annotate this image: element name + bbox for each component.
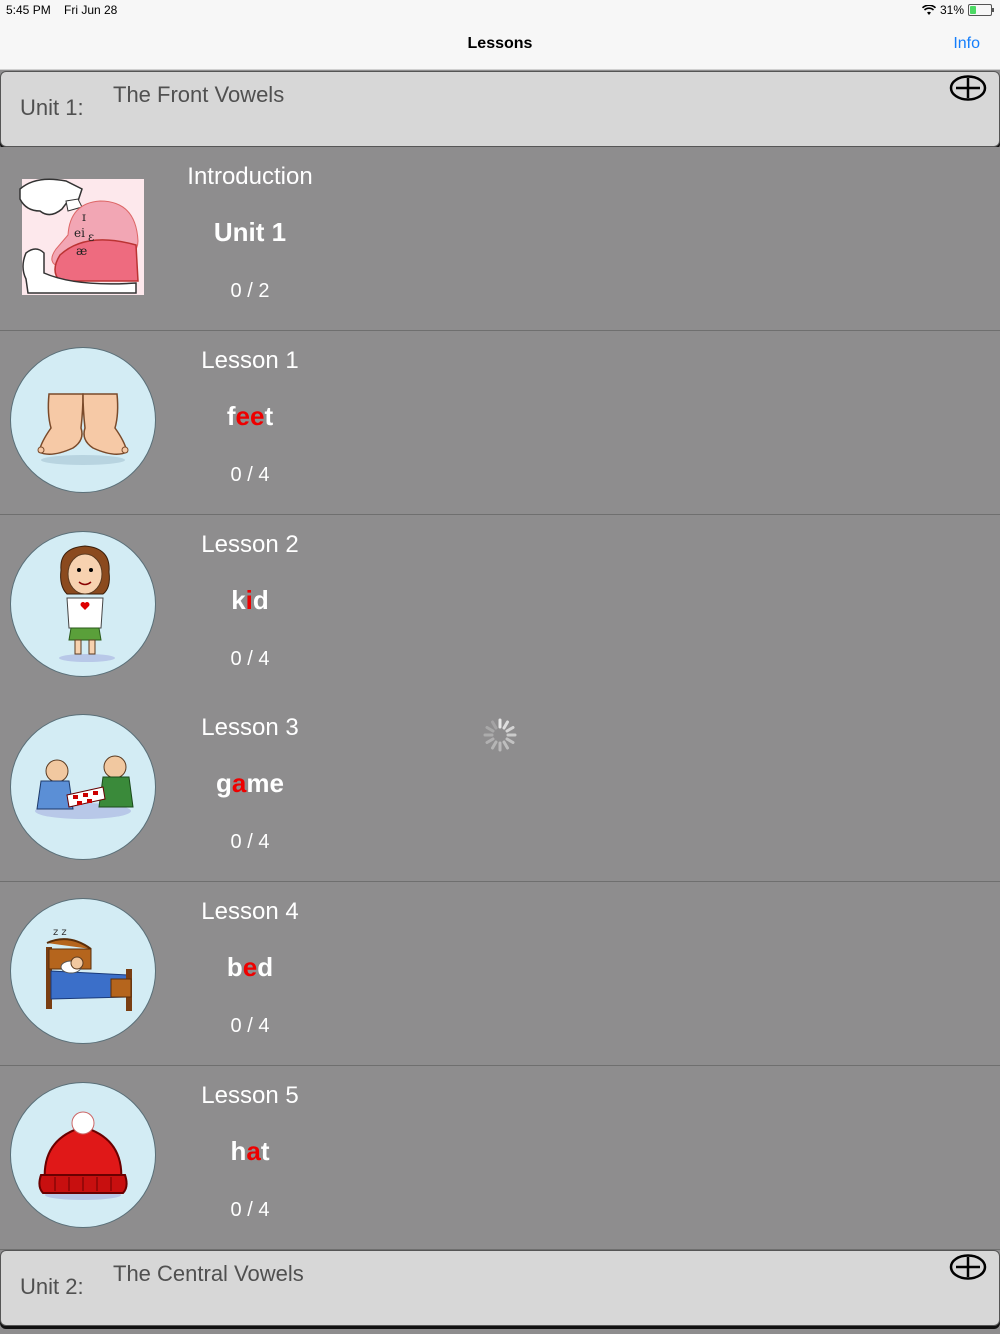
- lesson-progress: 0 / 4: [230, 648, 270, 670]
- info-button[interactable]: Info: [953, 35, 980, 53]
- highlighted-vowel: i: [245, 585, 253, 615]
- lesson-progress: 0 / 4: [230, 1015, 270, 1037]
- feet-icon: [37, 393, 129, 465]
- unit-name: The Central Vowels: [113, 1261, 304, 1286]
- intro-title: Introduction: [187, 163, 313, 190]
- lesson-title: Lesson 4: [201, 898, 299, 925]
- page-title: Lessons: [467, 35, 533, 52]
- lesson-thumbnail: [10, 347, 156, 493]
- status-date: Fri Jun 28: [64, 3, 118, 17]
- unit-1-header[interactable]: Unit 1: The Front Vowels: [0, 71, 1000, 147]
- lesson-word: hat: [230, 1136, 270, 1166]
- lesson-4-row[interactable]: z z Lesson 4 bed 0 / 4: [0, 882, 1000, 1066]
- svg-text:ɛ: ɛ: [88, 230, 94, 244]
- lesson-word: kid: [231, 585, 269, 615]
- unit-2-header[interactable]: Unit 2: The Central Vowels: [0, 1250, 1000, 1326]
- lesson-title: Lesson 1: [201, 347, 299, 374]
- intro-progress: 0 / 2: [230, 280, 270, 302]
- lesson-thumbnail: [10, 714, 156, 860]
- highlighted-vowel: ee: [235, 401, 265, 431]
- lesson-progress: 0 / 4: [230, 1199, 270, 1221]
- battery-icon: [968, 4, 994, 16]
- game-icon: [35, 755, 134, 819]
- lesson-5-row[interactable]: Lesson 5 hat 0 / 4: [0, 1066, 1000, 1250]
- lesson-word: game: [216, 768, 284, 798]
- lesson-progress: 0 / 4: [230, 831, 270, 853]
- lesson-thumbnail: z z: [10, 898, 156, 1044]
- unit-label: Unit 2:: [20, 1274, 84, 1299]
- svg-text:ɪ: ɪ: [82, 210, 86, 224]
- svg-text:z z: z z: [53, 927, 67, 938]
- lesson-title: Lesson 2: [201, 531, 299, 558]
- intro-row[interactable]: ɪ ei ɛ æ Introduction Unit 1 0 / 2: [0, 147, 1000, 331]
- status-time: 5:45 PM: [6, 3, 51, 17]
- svg-text:ei: ei: [74, 226, 85, 240]
- status-bar: 5:45 PM Fri Jun 28 31%: [0, 0, 1000, 22]
- lesson-2-row[interactable]: Lesson 2 kid 0 / 4: [0, 515, 1000, 699]
- kid-icon: [59, 545, 115, 662]
- lesson-progress: 0 / 4: [230, 464, 270, 486]
- lesson-title: Lesson 3: [201, 714, 299, 741]
- highlighted-vowel: a: [231, 768, 247, 798]
- lesson-1-row[interactable]: Lesson 1 feet 0 / 4: [0, 331, 1000, 515]
- highlighted-vowel: a: [246, 1136, 261, 1166]
- hat-icon: [38, 1111, 128, 1200]
- svg-text:æ: æ: [76, 244, 87, 258]
- lesson-word: bed: [226, 952, 274, 982]
- lesson-title: Lesson 5: [201, 1082, 299, 1109]
- status-right: 31%: [921, 3, 994, 17]
- lesson-word: feet: [226, 401, 274, 431]
- unit-name: The Front Vowels: [113, 82, 285, 107]
- loading-spinner-icon: [483, 718, 517, 752]
- highlighted-vowel: e: [242, 952, 258, 982]
- wifi-icon: [921, 4, 936, 15]
- mouth-diagram-icon: ɪ ei ɛ æ: [19, 178, 144, 295]
- bed-icon: z z: [46, 927, 132, 1011]
- expand-plus-icon[interactable]: [949, 75, 987, 101]
- expand-plus-icon[interactable]: [949, 1254, 987, 1280]
- intro-subtitle: Unit 1: [213, 217, 287, 247]
- battery-percent: 31%: [939, 3, 964, 17]
- unit-label: Unit 1:: [20, 95, 84, 120]
- lesson-thumbnail: [10, 1082, 156, 1228]
- navigation-bar: Lessons Info: [0, 22, 1000, 70]
- lesson-thumbnail: [10, 531, 156, 677]
